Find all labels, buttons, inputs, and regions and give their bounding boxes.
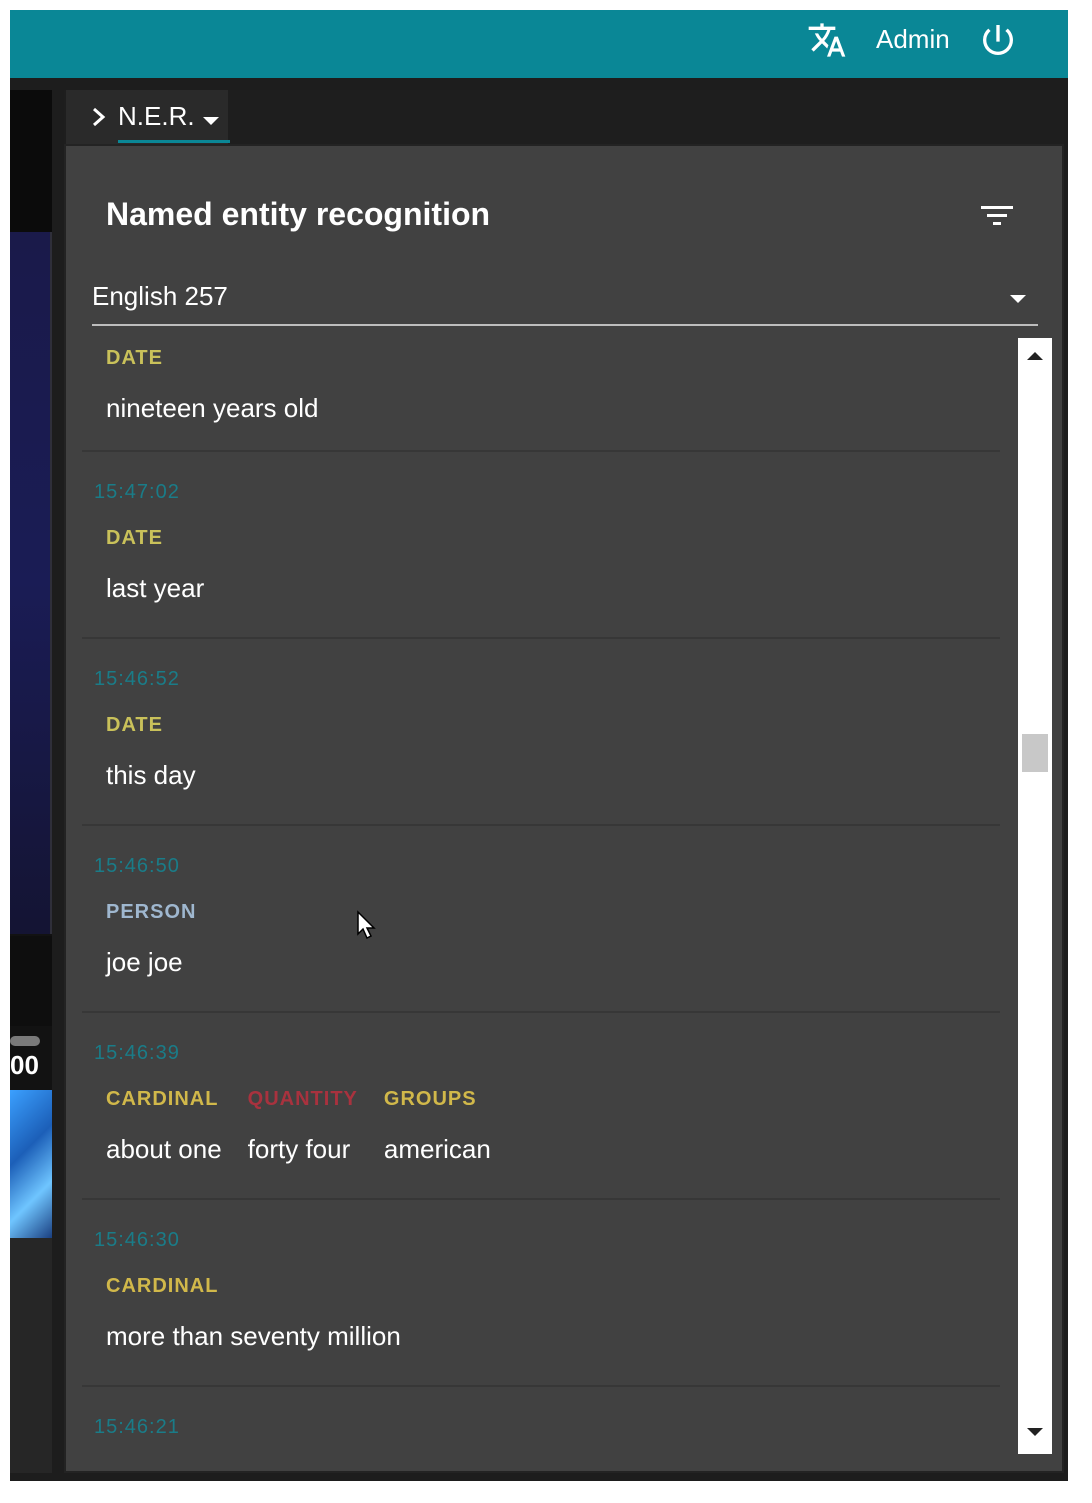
list-item[interactable]: 15:47:02 DATE last year	[82, 452, 1000, 639]
page-title: Named entity recognition	[106, 196, 491, 232]
entity-item: CARDINAL about one	[106, 1087, 222, 1165]
entity-type-label: DATE	[106, 714, 163, 736]
entity-group: CARDINAL about one QUANTITY forty four GROUP…	[106, 1087, 517, 1165]
entity-type-label: CARDINAL	[106, 1275, 219, 1297]
entity-item: QUANTITY forty four	[248, 1087, 358, 1165]
entity-item: DATE last year	[106, 526, 204, 604]
entity-type-label: DATE	[106, 527, 163, 549]
entity-type-label: PERSON	[106, 901, 197, 923]
entity-group: DATE nineteen years old	[106, 346, 344, 424]
entity-item: GROUPS american	[384, 1087, 491, 1165]
tab-bar: N.E.R.	[64, 90, 1064, 144]
caret-down-icon[interactable]	[203, 114, 219, 132]
scrollbar-thumb[interactable]	[1022, 734, 1048, 772]
video-strip: 00	[10, 90, 52, 1473]
arrow-down-icon[interactable]	[1027, 1424, 1043, 1442]
entity-group: DATE this day	[106, 713, 222, 791]
entity-type-label: QUANTITY	[247, 1088, 358, 1110]
entity-text: american	[383, 1134, 491, 1164]
entity-item: CARDINAL more than seventy million	[106, 1274, 401, 1352]
entity-item: PERSON joe joe	[106, 900, 196, 978]
entity-text: nineteen years old	[106, 393, 319, 423]
entry-timestamp: 15:46:52	[94, 668, 180, 690]
entity-item: DATE nineteen years old	[106, 346, 318, 424]
entity-group: PERSON joe joe	[106, 900, 222, 978]
power-icon[interactable]	[978, 20, 1018, 60]
list-item[interactable]: 15:46:21	[82, 1387, 1000, 1464]
arrow-up-icon[interactable]	[1027, 348, 1043, 366]
list-item[interactable]: 15:46:50 PERSON joe joe	[82, 826, 1000, 1013]
translate-icon[interactable]	[807, 20, 847, 60]
panel-content: Named entity recognition English 257 DAT…	[66, 146, 1062, 1471]
user-name[interactable]: Admin	[876, 23, 950, 55]
video-strip-background	[10, 1238, 52, 1473]
entity-list: DATE nineteen years old 15:47:02 DATE last y…	[82, 334, 1000, 1464]
language-select[interactable]: English 257	[92, 268, 1038, 326]
video-frame[interactable]	[10, 232, 52, 934]
list-item[interactable]: DATE nineteen years old	[82, 334, 1000, 452]
caret-down-icon[interactable]	[1010, 292, 1026, 310]
entity-group: CARDINAL more than seventy million	[106, 1274, 427, 1352]
tab-label: N.E.R.	[118, 101, 195, 131]
mouse-cursor-icon	[356, 910, 378, 945]
entry-timestamp: 15:46:30	[94, 1229, 180, 1251]
entity-type-label: CARDINAL	[106, 1088, 219, 1110]
entity-text: forty four	[247, 1134, 351, 1164]
entity-item: DATE this day	[106, 713, 196, 791]
language-select-value: English 257	[92, 281, 228, 311]
video-progress-bar[interactable]	[10, 1036, 40, 1046]
entity-text: about one	[106, 1134, 222, 1164]
tab-ner[interactable]: N.E.R.	[66, 90, 230, 144]
entry-timestamp: 15:46:50	[94, 855, 180, 877]
video-thumbnail[interactable]	[10, 1090, 52, 1238]
entry-timestamp: 15:46:21	[94, 1416, 180, 1438]
entry-timestamp: 15:47:02	[94, 481, 180, 503]
entity-type-label: GROUPS	[383, 1088, 477, 1110]
scrollbar[interactable]	[1018, 338, 1052, 1454]
entity-group: DATE last year	[106, 526, 230, 604]
filter-list-icon[interactable]	[979, 202, 1015, 230]
entry-timestamp: 15:46:39	[94, 1042, 180, 1064]
entity-text: last year	[106, 573, 205, 603]
app-screen: Admin 00 N.E.R. Named entity recognition…	[10, 10, 1068, 1481]
entity-text: this day	[106, 760, 196, 790]
ner-panel: N.E.R. Named entity recognition English …	[64, 90, 1064, 1473]
tab-active-indicator	[118, 140, 230, 143]
entity-text: more than seventy million	[106, 1321, 401, 1351]
video-letterbox	[10, 90, 52, 232]
list-item[interactable]: 15:46:39 CARDINAL about one QUANTITY forty f…	[82, 1013, 1000, 1200]
chevron-right-icon[interactable]	[90, 106, 108, 133]
entity-text: joe joe	[106, 947, 183, 977]
video-time: 00	[10, 1050, 39, 1080]
entity-type-label: DATE	[106, 347, 163, 369]
list-item[interactable]: 15:46:52 DATE this day	[82, 639, 1000, 826]
list-item[interactable]: 15:46:30 CARDINAL more than seventy millio…	[82, 1200, 1000, 1387]
top-app-bar: Admin	[10, 10, 1068, 78]
video-letterbox	[10, 936, 52, 1026]
